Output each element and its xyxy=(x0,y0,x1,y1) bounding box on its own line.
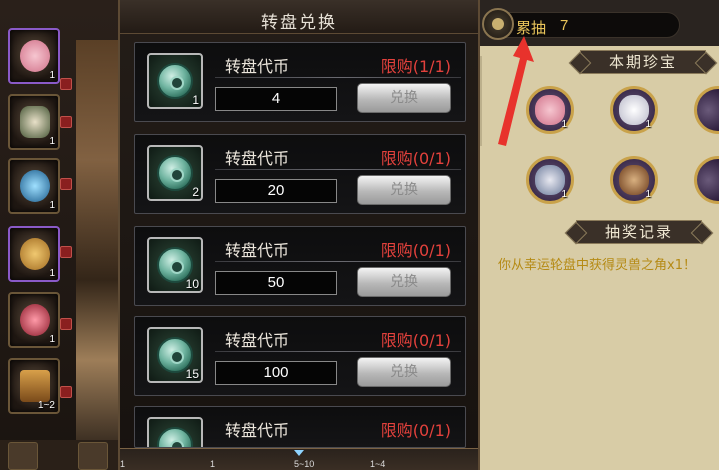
purchase-limit: 限购(0/1) xyxy=(380,331,451,350)
token-slot[interactable] xyxy=(147,417,203,447)
red-pointer-arrow-icon xyxy=(498,36,534,146)
token-qty: 10 xyxy=(185,277,199,291)
slot-marker xyxy=(60,178,72,190)
item-name: 转盘代币 xyxy=(225,149,290,168)
cost-value: 4 xyxy=(215,87,337,111)
panel-bottom-bar: 1 1 5~10 1~4 xyxy=(120,448,478,470)
exchange-row: 10 转盘代币 限购(0/1) 50 兑换 xyxy=(134,226,466,306)
purchase-limit: 限购(0/1) xyxy=(380,421,451,440)
inventory-bottom-strip xyxy=(0,440,128,470)
cost-value: 100 xyxy=(215,361,337,385)
exchange-button[interactable]: 兑换 xyxy=(357,357,451,387)
exchange-row: 1 转盘代币 限购(1/1) 4 兑换 xyxy=(134,42,466,122)
mahjong-icon[interactable] xyxy=(78,442,108,470)
slot-count: 1 xyxy=(49,136,55,147)
purchase-limit: 限购(0/1) xyxy=(380,241,451,260)
inventory-slot-gem[interactable]: 1 xyxy=(8,292,60,348)
slot-marker xyxy=(60,386,72,398)
divider xyxy=(215,261,461,262)
panel-title-bar: 转盘兑换 xyxy=(120,0,478,34)
cost-value: 50 xyxy=(215,271,337,295)
treasure-item[interactable]: 1 xyxy=(610,86,658,134)
slot-marker xyxy=(60,318,72,330)
slot-marker xyxy=(60,78,72,90)
inventory-slot-chest[interactable]: 1~2 xyxy=(8,358,60,414)
chest-icon xyxy=(20,370,50,402)
item-name: 转盘代币 xyxy=(225,421,290,440)
token-coin-icon xyxy=(157,63,193,99)
slot-marker xyxy=(60,246,72,258)
leopard-icon xyxy=(20,238,50,270)
red-gem-icon xyxy=(20,304,50,336)
token-slot[interactable]: 1 xyxy=(147,53,203,109)
cost-value: 20 xyxy=(215,179,337,203)
item-name: 转盘代币 xyxy=(225,241,290,260)
slot-marker xyxy=(60,116,72,128)
slot-count: 1 xyxy=(49,334,55,345)
exchange-button[interactable]: 兑换 xyxy=(357,267,451,297)
treasure-qty: 1 xyxy=(645,119,651,130)
exchange-button[interactable]: 兑换 xyxy=(357,83,451,113)
inventory-slot-pig[interactable]: 1 xyxy=(8,28,60,84)
strip-count: 1 xyxy=(120,459,126,469)
exchange-button[interactable]: 兑换 xyxy=(357,175,451,205)
treasure-item[interactable]: 1 xyxy=(610,156,658,204)
pig-icon xyxy=(20,40,50,72)
slot-count: 1 xyxy=(49,200,55,211)
strip-count: 5~10 xyxy=(294,459,315,469)
blue-orb-icon xyxy=(20,170,50,202)
accumulate-count: 7 xyxy=(560,17,569,34)
divider xyxy=(215,169,461,170)
scroll-down-icon[interactable] xyxy=(294,450,304,456)
token-slot[interactable]: 15 xyxy=(147,327,203,383)
treasure-item[interactable]: 1 xyxy=(526,156,574,204)
inventory-slot-horn[interactable]: 1 xyxy=(8,94,60,150)
treasure-qty: 1 xyxy=(645,189,651,200)
treasure-qty: 1 xyxy=(561,119,567,130)
strip-count: 1 xyxy=(210,459,216,469)
divider xyxy=(215,351,461,352)
record-entry: 你从幸运轮盘中获得灵兽之角x1！ xyxy=(498,258,696,273)
exchange-panel: 转盘兑换 1 转盘代币 限购(1/1) 4 兑换 2 转盘代币 限购(0/1) … xyxy=(118,0,480,470)
exchange-row: 2 转盘代币 限购(0/1) 20 兑换 xyxy=(134,134,466,214)
inventory-slot-orb[interactable]: 1 xyxy=(8,158,60,214)
token-slot[interactable]: 10 xyxy=(147,237,203,293)
accumulate-label: 累抽 xyxy=(516,19,547,37)
token-qty: 2 xyxy=(192,185,199,199)
exchange-row: 转盘代币 限购(0/1) xyxy=(134,406,466,448)
token-qty: 1 xyxy=(192,93,199,107)
slot-count: 1~2 xyxy=(38,400,55,411)
token-coin-icon xyxy=(157,155,193,191)
purchase-limit: 限购(0/1) xyxy=(380,149,451,168)
inventory-slot-leopard[interactable]: 1 xyxy=(8,226,60,282)
token-qty: 15 xyxy=(185,367,199,381)
item-name: 转盘代币 xyxy=(225,331,290,350)
item-name: 转盘代币 xyxy=(225,57,290,76)
left-inventory-grid: 1 1 1 1 1 1~2 xyxy=(0,0,128,470)
treasure-qty: 1 xyxy=(561,189,567,200)
token-coin-icon xyxy=(157,427,193,447)
token-slot[interactable]: 2 xyxy=(147,145,203,201)
slot-count: 1 xyxy=(49,70,55,81)
record-header: 抽奖记录 xyxy=(576,220,702,244)
divider xyxy=(215,77,461,78)
treasure-header: 本期珍宝 xyxy=(580,50,706,74)
panel-title: 转盘兑换 xyxy=(261,13,337,33)
strip-count: 1~4 xyxy=(370,459,386,469)
horn-icon xyxy=(20,106,50,138)
purchase-limit: 限购(1/1) xyxy=(380,57,451,76)
exchange-row: 15 转盘代币 限购(0/1) 100 兑换 xyxy=(134,316,466,396)
slot-count: 1 xyxy=(49,268,55,279)
ox-icon[interactable] xyxy=(8,442,38,470)
